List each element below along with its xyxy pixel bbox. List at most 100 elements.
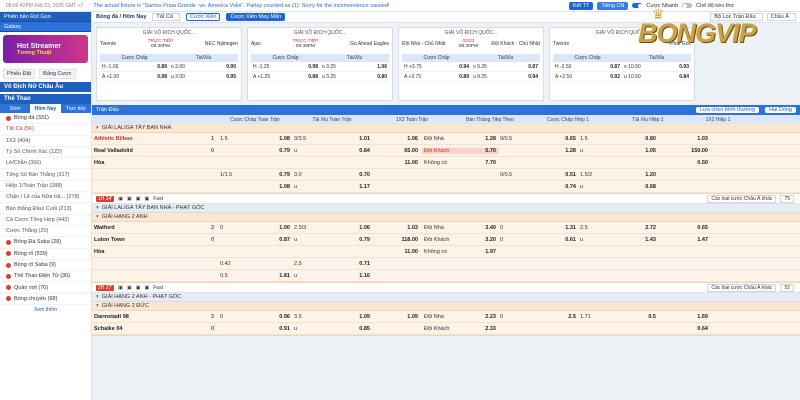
- more-bets-count[interactable]: 52: [780, 283, 794, 292]
- odds-cell[interactable]: 0.50: [658, 160, 718, 166]
- odds-cell[interactable]: 0.65: [538, 136, 578, 142]
- sidebar-item[interactable]: Cược Thắng (20): [0, 226, 91, 238]
- stats-icon[interactable]: ▣: [127, 196, 132, 202]
- odds-cell[interactable]: 0.5: [618, 314, 658, 320]
- sidebar-item[interactable]: Tỷ Số Chính Xác (122): [0, 147, 91, 159]
- filter-select[interactable]: Tất Cả: [152, 13, 180, 21]
- odds-cell[interactable]: 0.79: [332, 237, 372, 243]
- odds-cell[interactable]: 5.70: [468, 147, 498, 154]
- sidebar-item[interactable]: Bóng Đá Saba (28): [0, 237, 91, 249]
- star-icon[interactable]: ▣: [145, 285, 150, 291]
- odds-cell[interactable]: 0.89: [135, 62, 170, 71]
- collapse-icon[interactable]: ▾: [96, 205, 99, 211]
- collapse-icon[interactable]: ▾: [96, 125, 99, 131]
- league-row[interactable]: ▾ GIẢI HẠNG 2 ANH - PHẠT GÓC: [92, 293, 800, 302]
- more-bets-count[interactable]: 75: [780, 194, 794, 203]
- odds-cell[interactable]: 0.65: [658, 225, 718, 231]
- sidebar-item[interactable]: Tổng Số Bàn Thắng (317): [0, 169, 91, 181]
- odds-cell[interactable]: 1.81: [248, 273, 292, 279]
- odds-cell[interactable]: 1.08: [248, 136, 292, 142]
- stats-icon[interactable]: ▣: [127, 285, 132, 291]
- odds-cell[interactable]: 2.5: [538, 314, 578, 320]
- subtab-live[interactable]: Trực tiếp: [60, 104, 91, 113]
- sidebar-item[interactable]: Bóng chuyền (98): [0, 294, 91, 306]
- lucky-parlay-button[interactable]: Cược Xiên May Mắn: [226, 13, 286, 21]
- odds-cell[interactable]: 7.70: [468, 160, 498, 166]
- sidebar-item[interactable]: Bóng đá (331): [0, 113, 91, 125]
- odds-cell[interactable]: 1.16: [332, 273, 372, 279]
- odds-cell[interactable]: 1.09: [332, 314, 372, 320]
- sidebar-item[interactable]: Quần vợt (70): [0, 282, 91, 294]
- league-row[interactable]: ▾ GIẢI HẠNG 2 ĐỨC: [92, 302, 800, 311]
- odds-cell[interactable]: 0.87: [506, 62, 541, 71]
- sidebar-item[interactable]: Bàn thắng Đầu/ Cuối (213): [0, 203, 91, 215]
- subtab-early[interactable]: Sớm: [0, 104, 31, 113]
- odds-cell[interactable]: 0.84: [332, 148, 372, 154]
- odds-cell[interactable]: 1.69: [658, 314, 718, 320]
- league-row[interactable]: ▾ GIẢI LALIGA TÂY BAN NHA: [92, 124, 800, 133]
- odds-cell[interactable]: 1.47: [658, 237, 718, 243]
- odds-cell[interactable]: 0.89: [437, 72, 472, 81]
- odds-cell[interactable]: 1.03: [372, 225, 422, 231]
- odds-cell[interactable]: 0.61: [538, 237, 578, 243]
- odds-cell[interactable]: 0.96: [248, 314, 292, 320]
- odds-cell[interactable]: 150.00: [658, 148, 718, 154]
- odds-cell[interactable]: 1.09: [372, 314, 422, 320]
- sidebar-item[interactable]: Bóng rổ (539): [0, 249, 91, 260]
- odds-cell[interactable]: 118.00: [372, 237, 422, 243]
- featured-match-card[interactable]: GIẢI VÔ ĐỊCH QUỐC... Đội Nhà - Chủ Nhật 02…: [398, 27, 544, 101]
- odds-cell[interactable]: 1.17: [332, 184, 372, 190]
- subtab-today[interactable]: Hôm Nay: [30, 104, 61, 113]
- featured-match-card[interactable]: GIẢI VÔ ĐỊCH QUỐC... Ajax TRỰC TIẾP 08:30PM…: [247, 27, 393, 101]
- collapse-icon[interactable]: ▾: [96, 303, 99, 309]
- odds-cell[interactable]: 0.88: [286, 72, 321, 81]
- league-row[interactable]: ▾ GIẢI HẠNG 2 ANH: [92, 213, 800, 222]
- sports-header[interactable]: Thể Thao: [0, 94, 91, 104]
- chart-icon[interactable]: ▣: [136, 196, 141, 202]
- odds-cell[interactable]: 0.91: [248, 326, 292, 332]
- odds-cell[interactable]: 3.20: [468, 237, 498, 243]
- balance-button[interactable]: Kết TT: [568, 1, 594, 10]
- view-select[interactable]: Hai Dòng: [765, 107, 796, 113]
- odds-cell[interactable]: 1.43: [618, 237, 658, 243]
- sidebar-item[interactable]: Bóng rổ Saba (9): [0, 260, 91, 272]
- sidebar-item[interactable]: Thể Thao Điện Tử (30): [0, 271, 91, 283]
- bet-list-tab[interactable]: Bảng Cược: [39, 69, 76, 79]
- odds-cell[interactable]: 3.40: [468, 225, 498, 231]
- see-more-link[interactable]: Xem thêm: [0, 305, 91, 313]
- more-bets-select[interactable]: Các loại cược Châu Á khác: [707, 283, 777, 292]
- odds-cell[interactable]: 2.33: [468, 326, 498, 332]
- sidebar-tab-galaxy[interactable]: Galaxy: [0, 22, 91, 32]
- sidebar-item[interactable]: Lẻ/Chẵn (366): [0, 158, 91, 170]
- odds-cell[interactable]: 1.06: [355, 62, 390, 71]
- odds-cell[interactable]: 1.28: [468, 136, 498, 142]
- collapse-icon[interactable]: ▾: [96, 214, 99, 220]
- odds-cell[interactable]: 0.85: [332, 326, 372, 332]
- odds-cell[interactable]: 0.64: [658, 326, 718, 332]
- league-row[interactable]: ▾ GIẢI LALIGA TÂY BAN NHA - PHẠT GÓC: [92, 204, 800, 213]
- odds-cell[interactable]: 0.87: [248, 237, 292, 243]
- sidebar-item[interactable]: Chẵn / Lẻ của Nửa trậ... (278): [0, 192, 91, 204]
- odds-cell[interactable]: 0.70: [332, 172, 372, 178]
- odds-cell[interactable]: 0.71: [332, 261, 372, 267]
- featured-match-card[interactable]: GIẢI VÔ ĐỊCH QUỐC... Twente TRỰC TIẾP 08:30…: [96, 27, 242, 101]
- odds-cell[interactable]: 1.08: [248, 184, 292, 190]
- odds-cell[interactable]: 1.28: [538, 148, 578, 154]
- odds-cell[interactable]: 0.90: [204, 62, 239, 71]
- odds-cell[interactable]: 0.98: [286, 62, 321, 71]
- parlay-button[interactable]: Cược Xiên: [185, 13, 221, 21]
- odds-cell[interactable]: 1.97: [468, 249, 498, 255]
- odds-cell[interactable]: 11.00: [372, 160, 422, 166]
- sidebar-item[interactable]: Cá Cược Tổng Hợp (443): [0, 215, 91, 226]
- odds-cell[interactable]: 1.20: [618, 172, 658, 178]
- odds-cell[interactable]: 1.01: [332, 136, 372, 142]
- odds-cell[interactable]: 0.51: [538, 172, 578, 178]
- sidebar-item[interactable]: Hiệp 1/Toàn Trận (288): [0, 181, 91, 193]
- odds-cell[interactable]: 0.98: [135, 72, 170, 81]
- odds-cell[interactable]: 0.68: [618, 184, 658, 190]
- sidebar-item[interactable]: 1X2 (404): [0, 136, 91, 147]
- chart-icon[interactable]: ▣: [136, 285, 141, 291]
- sidebar-tab-compact[interactable]: Phiên bản Rút Gọn: [0, 12, 91, 22]
- odds-cell[interactable]: 11.00: [372, 249, 422, 255]
- odds-cell[interactable]: 0.94: [506, 72, 541, 81]
